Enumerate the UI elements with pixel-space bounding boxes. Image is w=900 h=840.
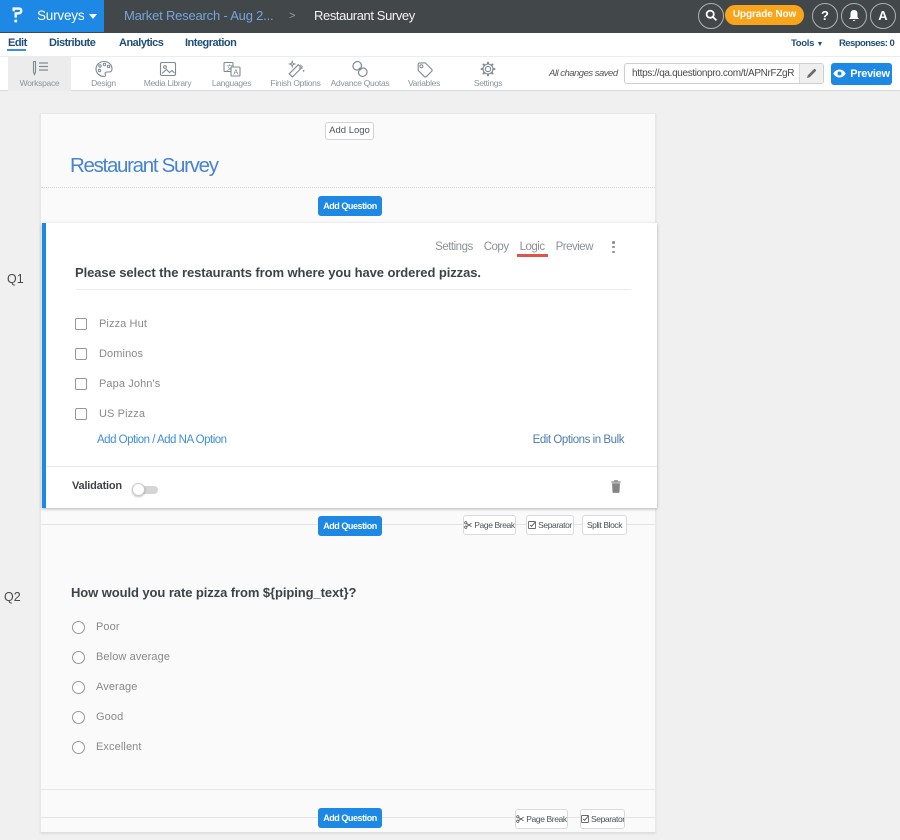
svg-text:A: A [233,67,238,76]
